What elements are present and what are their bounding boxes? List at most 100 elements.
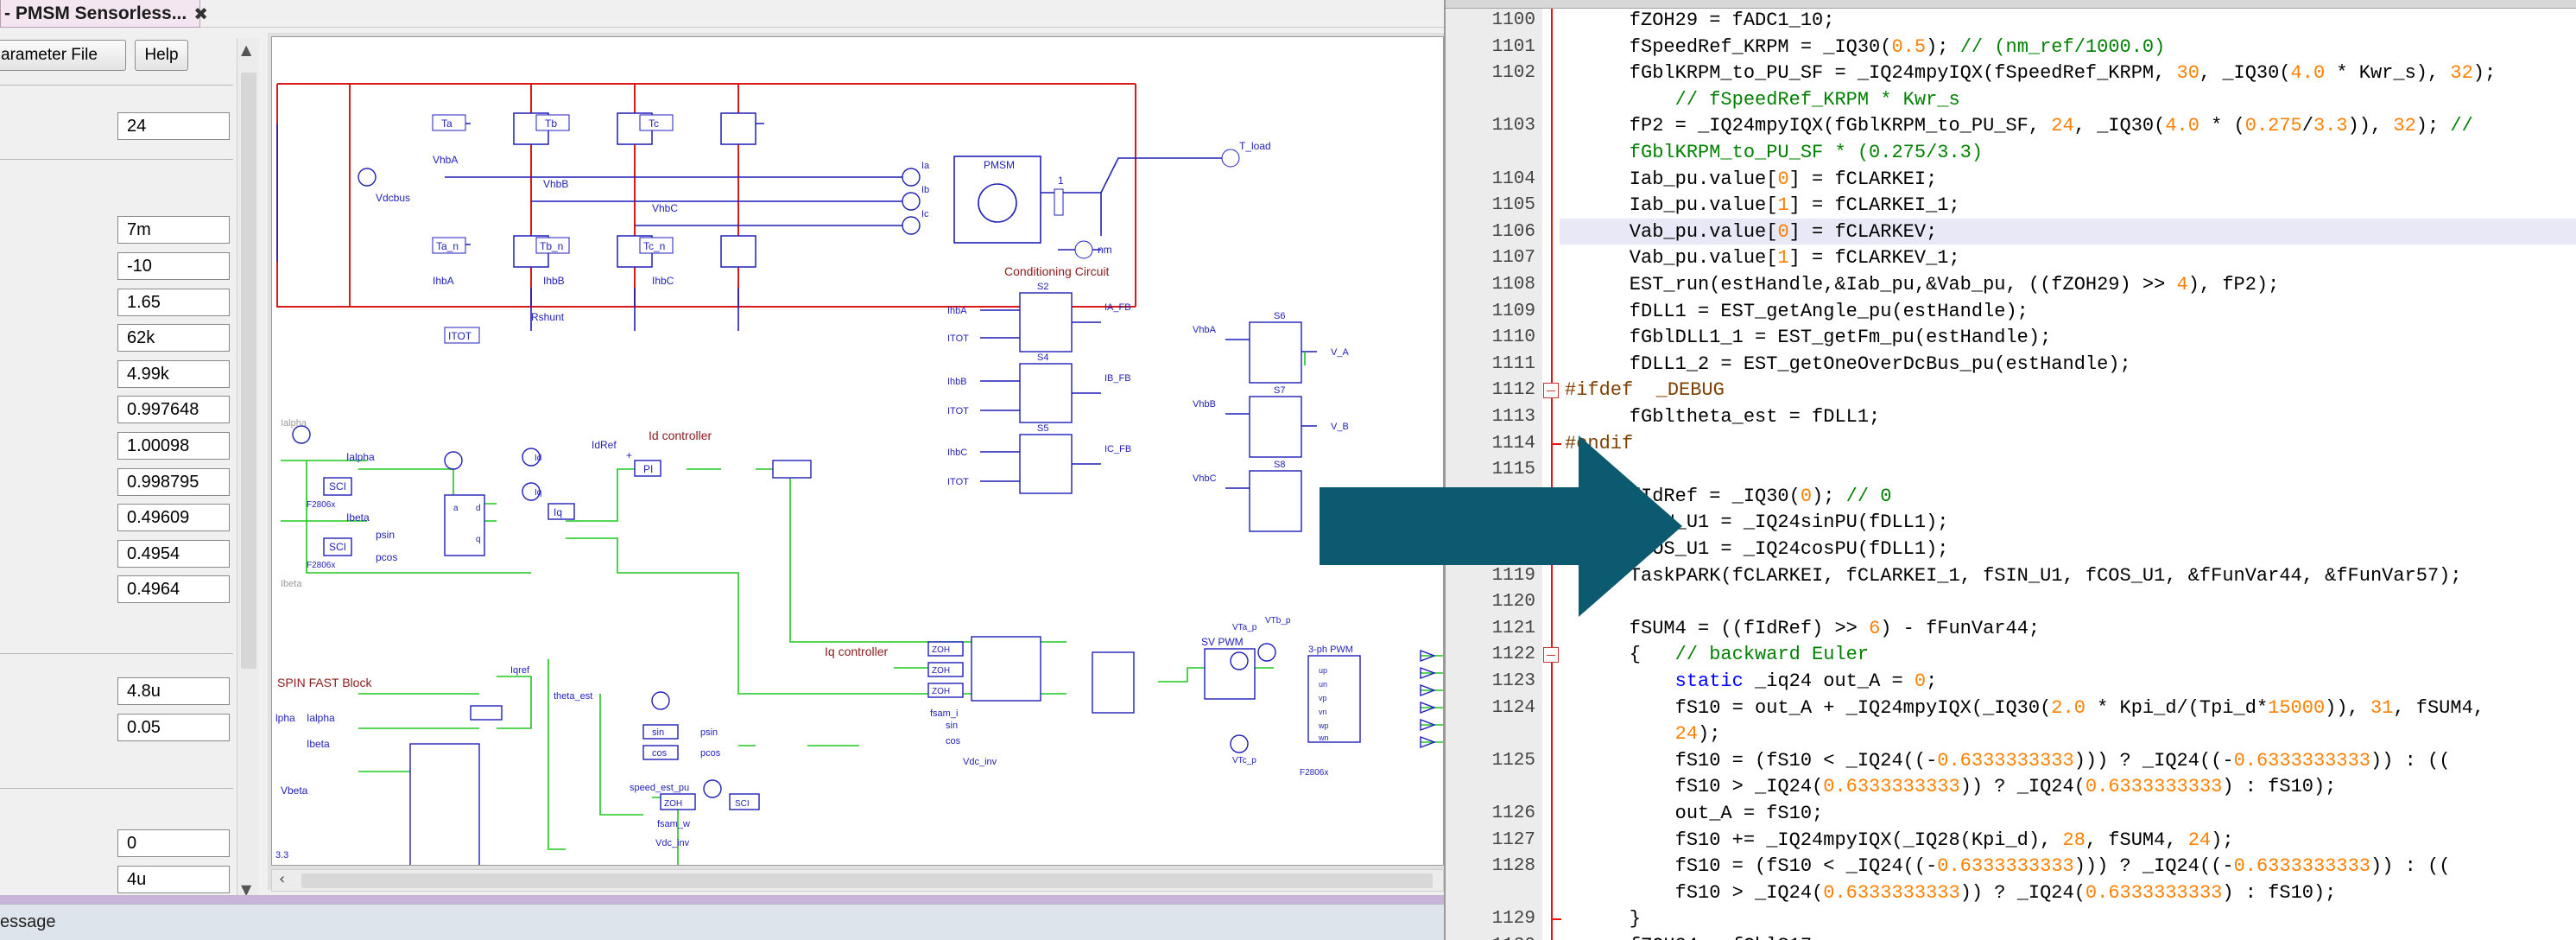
- param-field-4[interactable]: 1.65: [117, 289, 230, 316]
- sample-in-2: VhbB: [1193, 399, 1216, 410]
- line-number: 1113: [1491, 407, 1535, 427]
- code-token: 0.6333333333: [2085, 776, 2223, 798]
- code-token: 6: [1869, 617, 1881, 639]
- code-line[interactable]: 24);: [1584, 723, 2576, 745]
- code-token: fDLL1_2 = EST_getOneOverDcBus_pu(estHand…: [1584, 352, 2131, 375]
- code-token: );: [1926, 35, 1960, 58]
- code-line[interactable]: fSUM4 = ((fIdRef) >> 6) - fFunVar44;: [1584, 618, 2576, 639]
- param-field-10[interactable]: 0.49609: [117, 504, 230, 531]
- code-line[interactable]: out_A = fS10;: [1584, 803, 2576, 824]
- label-idref: IdRef: [592, 439, 617, 451]
- code-line[interactable]: #ifdef _DEBUG: [1565, 379, 2576, 401]
- canvas-hscrollbar[interactable]: ‹: [271, 869, 1444, 892]
- code-line[interactable]: fS10 = (fS10 < _IQ24((-0.6333333333))) ?…: [1584, 855, 2576, 877]
- help-button[interactable]: Help: [135, 40, 188, 71]
- code-line[interactable]: fGblDLL1_1 = EST_getFm_pu(estHandle);: [1584, 327, 2576, 348]
- parameter-panel: arameter File Help 24 7m -10 1.65 62k 4.…: [0, 28, 259, 904]
- code-line[interactable]: // fSpeedRef_KRPM * Kwr_s: [1584, 89, 2576, 111]
- parameter-file-button[interactable]: arameter File: [0, 40, 126, 71]
- code-line[interactable]: }: [1584, 908, 2576, 930]
- param-field-9[interactable]: 0.998795: [117, 468, 230, 496]
- code-line[interactable]: fDLL1 = EST_getAngle_pu(estHandle);: [1584, 301, 2576, 322]
- cond-s4: S4: [1037, 352, 1048, 363]
- code-line[interactable]: { // backward Euler: [1584, 644, 2576, 665]
- param-field-6[interactable]: 4.99k: [117, 360, 230, 388]
- code-token: ;: [1926, 670, 1938, 692]
- hscrollbar-thumb[interactable]: [301, 873, 1433, 888]
- code-line[interactable]: fP2 = _IQ24mpyIQX(fGblKRPM_to_PU_SF, 24,…: [1584, 115, 2576, 137]
- code-line[interactable]: fS10 = out_A + _IQ24mpyIQX(_IQ30(2.0 * K…: [1584, 697, 2576, 719]
- parameter-scrollbar[interactable]: ▲ ▼: [237, 38, 259, 904]
- schematic-canvas[interactable]: Ta Tb Tc Ta_n Tb_n Tc_n VhbA VhbB VhbC I…: [271, 36, 1444, 866]
- line-number: 1109: [1491, 301, 1535, 321]
- code-token: fZOH29 = fADC1_10;: [1584, 10, 1835, 31]
- param-field-2[interactable]: 7m: [117, 216, 230, 244]
- code-line[interactable]: fIdRef = _IQ30(0); // 0: [1584, 486, 2576, 507]
- code-line[interactable]: fS10 > _IQ24(0.6333333333)) ? _IQ24(0.63…: [1584, 882, 2576, 904]
- param-field-7[interactable]: 0.997648: [117, 396, 230, 423]
- code-token: 3.3: [2313, 115, 2348, 137]
- param-field-8[interactable]: 1.00098: [117, 432, 230, 460]
- param-field-12[interactable]: 0.4964: [117, 575, 230, 603]
- sample-in-1: VhbA: [1193, 325, 1217, 335]
- cond-s2: S2: [1037, 282, 1048, 292]
- code-line[interactable]: fZOH29 = fADC1_10;: [1584, 10, 2576, 31]
- cond-out-3: IC_FB: [1104, 444, 1131, 454]
- document-tab[interactable]: - PMSM Sensorless... ✖: [0, 0, 208, 28]
- code-line[interactable]: fGblKRPM_to_PU_SF = _IQ24mpyIQX(fSpeedRe…: [1584, 62, 2576, 84]
- code-line[interactable]: TaskPARK(fCLARKEI, fCLARKEI_1, fSIN_U1, …: [1584, 565, 2576, 587]
- code-line[interactable]: fGbltheta_est = fDLL1;: [1584, 406, 2576, 428]
- code-token: ] = fCLARKEV;: [1788, 220, 1938, 243]
- schematic-canvas-frame: Ta Tb Tc Ta_n Tb_n Tc_n VhbA VhbB VhbC I…: [268, 33, 1444, 892]
- conditioning-blocks: [980, 292, 1101, 494]
- code-token: // (nm_ref/1000.0): [1959, 35, 2166, 58]
- code-line[interactable]: #endif: [1565, 433, 2576, 454]
- param-field-3[interactable]: -10: [117, 252, 230, 280]
- code-line[interactable]: Vab_pu.value[1] = fCLARKEV_1;: [1584, 247, 2576, 269]
- code-line[interactable]: fS10 > _IQ24(0.6333333333)) ? _IQ24(0.63…: [1584, 776, 2576, 797]
- code-line[interactable]: static _iq24 out_A = 0;: [1584, 670, 2576, 692]
- code-line[interactable]: Vab_pu.value[0] = fCLARKEV;: [1584, 221, 2576, 243]
- code-line[interactable]: Iab_pu.value[1] = fCLARKEI_1;: [1584, 194, 2576, 216]
- close-icon[interactable]: ✖: [193, 3, 208, 24]
- scroll-left-icon[interactable]: ‹: [279, 870, 285, 888]
- code-token: Iab_pu.value[: [1584, 194, 1778, 217]
- scrollbar-thumb[interactable]: [241, 73, 256, 669]
- code-token: ), fP2);: [2187, 274, 2280, 295]
- section-divider: [0, 653, 233, 654]
- scroll-up-icon[interactable]: ▲: [241, 41, 251, 58]
- code-line[interactable]: EST_run(estHandle,&Iab_pu,&Vab_pu, ((fZO…: [1584, 274, 2576, 295]
- pmsm-block[interactable]: PMSM: [953, 156, 1041, 244]
- label-vdc-inv-2: Vdc_inv: [655, 838, 690, 848]
- code-line[interactable]: fZOH24 = fGblS17;: [1584, 935, 2576, 940]
- fold-toggle-icon[interactable]: [1543, 647, 1559, 664]
- param-field-1[interactable]: 24: [117, 112, 230, 140]
- status-text: essage: [0, 912, 56, 931]
- code-line[interactable]: fDLL1_2 = EST_getOneOverDcBus_pu(estHand…: [1584, 353, 2576, 375]
- param-field-15[interactable]: 0: [117, 829, 230, 857]
- code-token: fGbltheta_est = fDLL1;: [1584, 406, 1881, 428]
- schematic-window: - PMSM Sensorless... ✖ arameter File Hel…: [0, 0, 1444, 940]
- code-line[interactable]: fS10 += _IQ24mpyIQX(_IQ28(Kpi_d), 28, fS…: [1584, 829, 2576, 851]
- param-field-11[interactable]: 0.4954: [117, 540, 230, 568]
- param-field-16[interactable]: 4u: [117, 866, 230, 893]
- code-line[interactable]: fS10 = (fS10 < _IQ24((-0.6333333333))) ?…: [1584, 750, 2576, 772]
- param-field-13[interactable]: 4.8u: [117, 677, 230, 705]
- status-bar: essage: [0, 904, 1444, 940]
- cond-s5: S5: [1037, 423, 1048, 434]
- code-line[interactable]: fSpeedRef_KRPM = _IQ30(0.5); // (nm_ref/…: [1584, 36, 2576, 58]
- code-line[interactable]: fCOS_U1 = _IQ24cosPU(fDLL1);: [1584, 538, 2576, 560]
- code-token: fS10 > _IQ24(: [1584, 881, 1824, 904]
- code-token: fSpeedRef_KRPM = _IQ30(: [1584, 35, 1892, 58]
- code-line[interactable]: fSIN_U1 = _IQ24sinPU(fDLL1);: [1584, 511, 2576, 533]
- param-field-14[interactable]: 0.05: [117, 714, 230, 741]
- fold-toggle-icon[interactable]: [1543, 383, 1559, 399]
- label-vtc-p: VTc_p: [1232, 756, 1256, 765]
- code-token: TaskPARK(fCLARKEI, fCLARKEI_1, fSIN_U1, …: [1584, 564, 2462, 587]
- code-line[interactable]: fGblKRPM_to_PU_SF * (0.275/3.3): [1584, 142, 2576, 163]
- spin-block-title: SPIN FAST Block: [277, 676, 372, 689]
- param-field-5[interactable]: 62k: [117, 324, 230, 352]
- code-line[interactable]: Iab_pu.value[0] = fCLARKEI;: [1584, 168, 2576, 190]
- iq-controller-title: Iq controller: [825, 645, 888, 658]
- label-vhbb: VhbB: [543, 178, 568, 190]
